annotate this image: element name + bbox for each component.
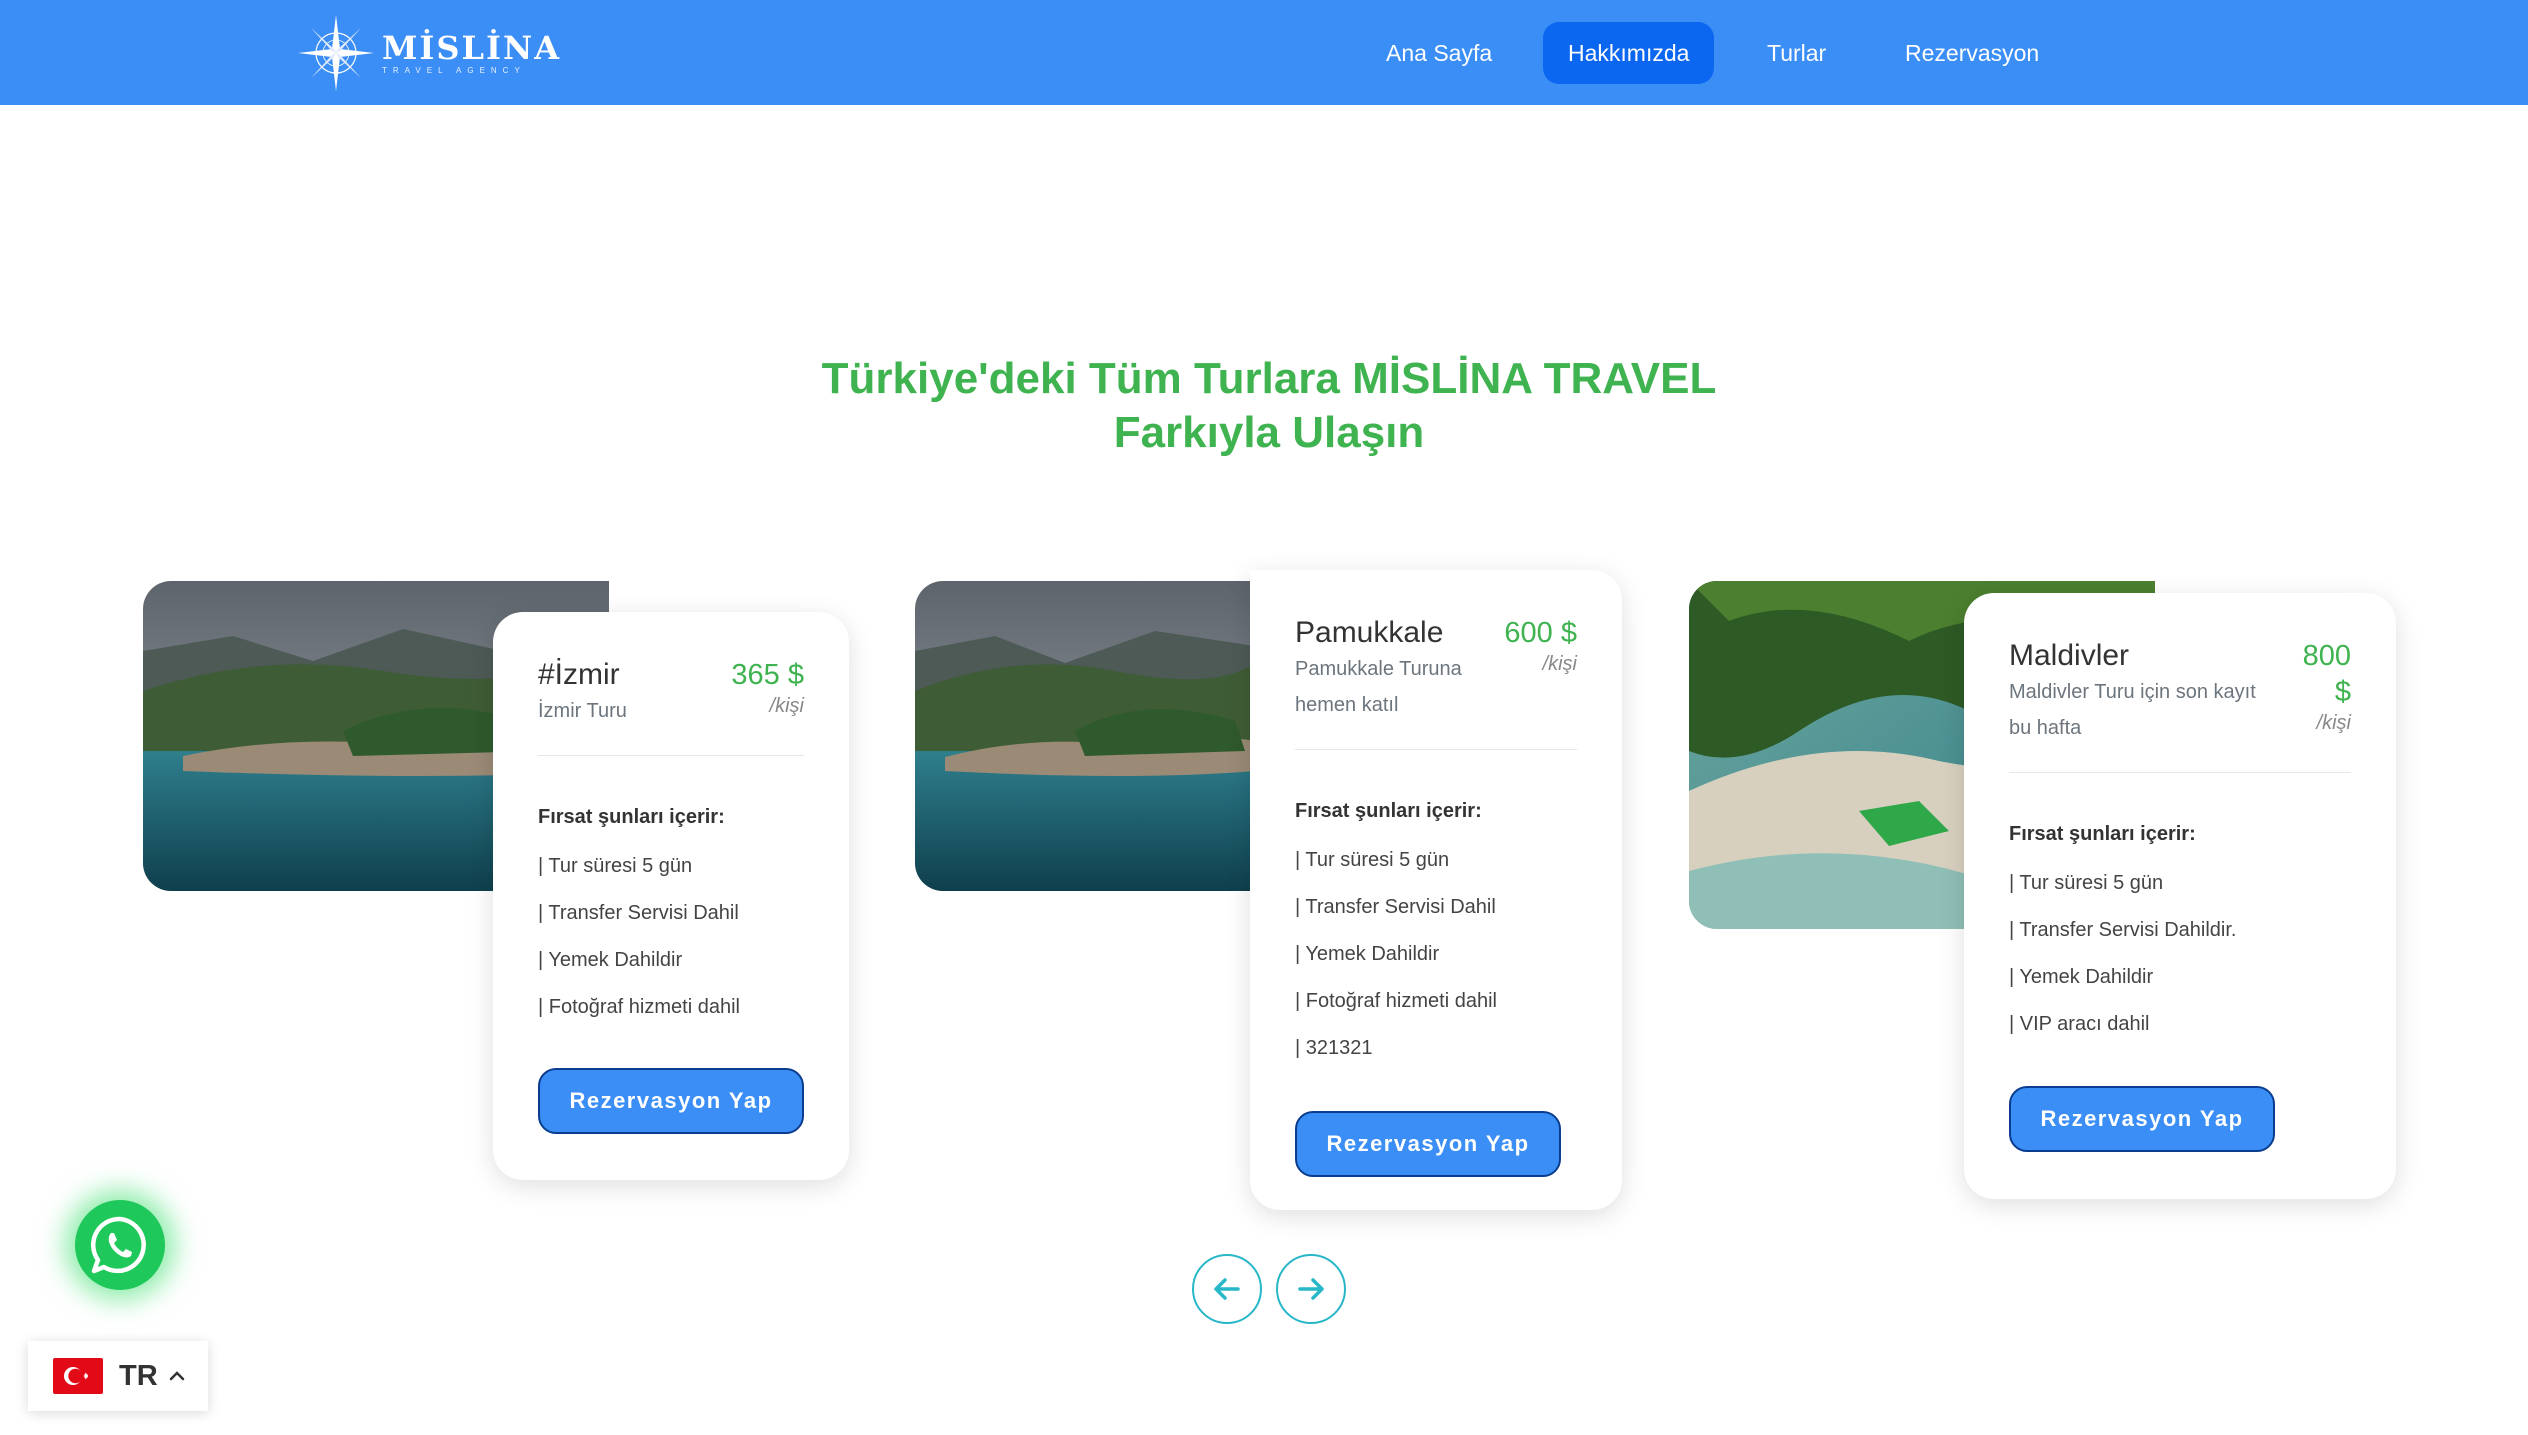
nav-home[interactable]: Ana Sayfa [1361,22,1517,84]
headline-line-2: Farkıyla Ulaşın [1113,408,1425,457]
feature-item: | Fotoğraf hizmeti dahil [538,996,740,1018]
feature-item: | Tur süresi 5 gün [538,855,693,877]
feature-item: | Yemek Dahildir [1295,943,1440,965]
nav-reservation[interactable]: Rezervasyon [1880,22,2064,84]
tour-price: 600 $ [1504,617,1577,649]
tour-price-unit: /kişi [2316,712,2351,734]
reserve-button-maldivler[interactable]: Rezervasyon Yap [2009,1086,2275,1152]
brand-name: MİSLİNA [382,28,562,67]
headline-line-1: Türkiye'deki Tüm Turlara MİSLİNA TRAVEL [821,354,1717,403]
feature-item: | Tur süresi 5 gün [1295,849,1450,871]
features-title: Fırsat şunları içerir: [538,806,725,828]
card-divider [2009,772,2351,773]
feature-item: | Tur süresi 5 gün [2009,872,2164,894]
arrow-left-icon [1214,1278,1240,1300]
tour-subtitle: İzmir Turu [538,700,627,722]
nav-about[interactable]: Hakkımızda [1543,22,1715,84]
feature-item: | Transfer Servisi Dahil [538,902,739,924]
features-title: Fırsat şunları içerir: [2009,823,2196,845]
feature-item: | Yemek Dahildir [2009,966,2154,988]
tour-price: 365 $ [731,659,804,691]
tour-card-pamukkale: Pamukkale Pamukkale Turuna hemen katıl 6… [1250,570,1622,1210]
compass-logo-icon [298,15,374,91]
feature-item: | Transfer Servisi Dahildir. [2009,919,2237,941]
reserve-button-pamukkale[interactable]: Rezervasyon Yap [1295,1111,1561,1177]
navbar: MİSLİNA TRAVEL AGENCY Ana Sayfa Hakkımız… [0,0,2528,105]
feature-item: | Yemek Dahildir [538,949,683,971]
feature-item: | Transfer Servisi Dahil [1295,896,1496,918]
feature-item: | 321321 [1295,1037,1373,1059]
tour-card-izmir: #İzmir İzmir Turu 365 $ /kişi Fırsat şun… [493,612,849,1180]
chevron-up-icon [169,1371,184,1381]
tour-title: Maldivler [2009,639,2130,672]
slider-next-button[interactable] [1276,1254,1346,1324]
tour-image-pamukkale [915,581,1255,891]
brand-tagline: TRAVEL AGENCY [382,65,526,75]
turkey-flag-icon [53,1358,103,1394]
feature-item: | VIP aracı dahil [2009,1013,2150,1035]
coastal-bay-photo [915,581,1255,891]
language-code: TR [119,1359,158,1392]
slider-prev-button[interactable] [1192,1254,1262,1324]
tour-title: #İzmir [538,658,620,691]
reserve-button-izmir[interactable]: Rezervasyon Yap [538,1068,804,1134]
whatsapp-button[interactable] [75,1200,165,1290]
tour-price-unit: /kişi [769,695,804,717]
arrow-right-icon [1298,1278,1324,1300]
tour-card-maldivler: Maldivler Maldivler Turu için son kayıt … [1964,593,2396,1199]
language-selector[interactable]: TR [28,1341,208,1411]
nav-tours[interactable]: Turlar [1742,22,1851,84]
feature-item: | Fotoğraf hizmeti dahil [1295,990,1497,1012]
tour-subtitle: Maldivler Turu için son kayıt bu hafta [2009,681,2256,739]
tour-price: 800 $ [2302,640,2351,708]
tour-subtitle: Pamukkale Turuna hemen katıl [1295,658,1462,716]
features-title: Fırsat şunları içerir: [1295,800,1482,822]
whatsapp-icon [90,1216,146,1274]
page-headline: Türkiye'deki Tüm Turlara MİSLİNA TRAVEL … [700,352,1838,460]
brand-logo[interactable]: MİSLİNA TRAVEL AGENCY [296,15,562,91]
card-divider [538,755,804,756]
tour-price-unit: /kişi [1542,653,1577,675]
card-divider [1295,749,1577,750]
tour-title: Pamukkale [1295,616,1444,649]
